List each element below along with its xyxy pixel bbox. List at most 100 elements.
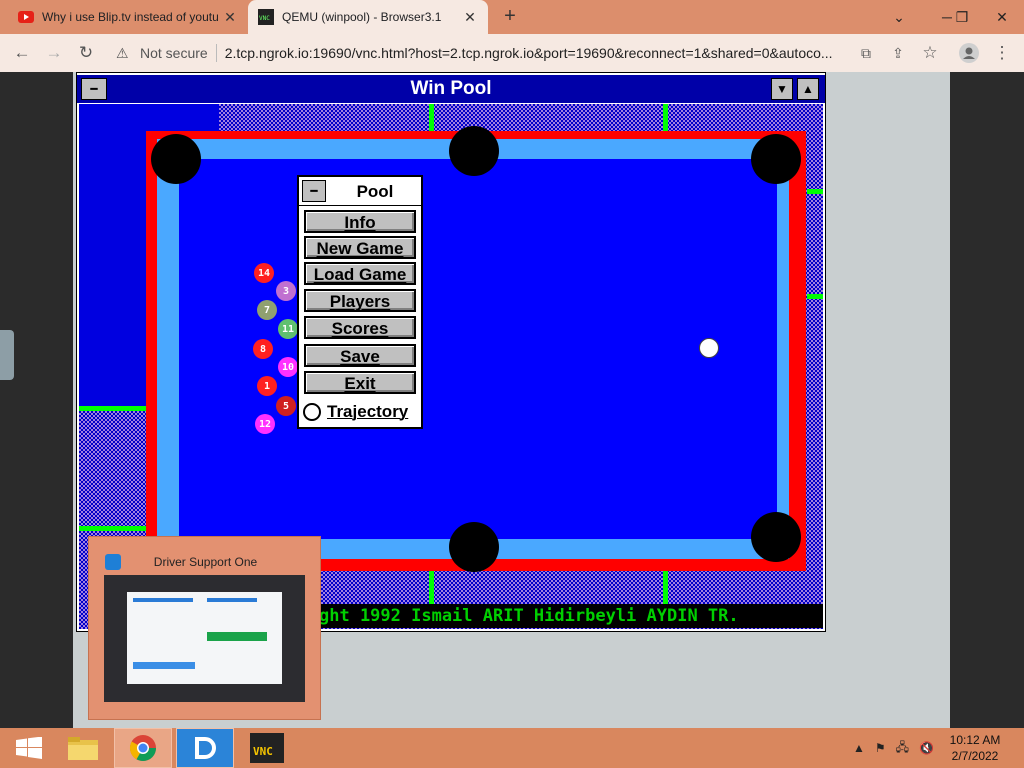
taskbar: VNC ▲ ⚑ 🖧 🔇 10:12 AM 2/7/2022 — [0, 728, 1024, 768]
clock-time: 10:12 AM — [949, 733, 1001, 747]
pool-ball: 8 — [253, 339, 273, 359]
minimize-arrow-icon[interactable]: ▼ — [771, 78, 793, 100]
pocket — [151, 134, 201, 184]
profile-avatar-icon[interactable] — [957, 41, 981, 65]
back-icon[interactable]: ← — [10, 41, 34, 65]
security-label: Not secure — [140, 45, 208, 61]
ball-number: 12 — [258, 418, 272, 430]
ball-number: 8 — [259, 343, 267, 355]
window-title: Win Pool — [77, 75, 825, 103]
file-explorer-icon[interactable] — [54, 728, 112, 768]
restore-icon[interactable]: ❐ — [940, 0, 984, 34]
ball-number: 7 — [263, 304, 271, 316]
share-icon[interactable]: ⇪ — [886, 41, 910, 65]
window-thumbnail[interactable] — [104, 575, 305, 702]
preview-title: Driver Support One — [153, 555, 258, 569]
green-line — [429, 570, 434, 604]
page-content: Win Pool ━ ▼ ▲ 14 3 7 11 8 10 1 5 12 ght… — [0, 72, 1024, 728]
thumbnail-line — [207, 598, 257, 602]
pool-ball: 3 — [276, 281, 296, 301]
warning-icon[interactable]: ⚠ — [116, 45, 134, 62]
network-icon[interactable]: 🖧 — [896, 738, 909, 759]
browser-toolbar: ← → ↻ ⚠ Not secure 2.tcp.ngrok.io:19690/… — [0, 34, 1024, 73]
green-line — [807, 189, 823, 194]
new-game-button[interactable]: New Game — [304, 236, 416, 259]
ball-number: 10 — [281, 361, 295, 373]
info-button[interactable]: Info — [304, 210, 416, 233]
svg-text:VNC: VNC — [253, 745, 273, 758]
tab-qemu[interactable]: VNC QEMU (winpool) - Browser3.1 ✕ — [248, 0, 488, 34]
green-line — [429, 104, 434, 132]
green-line — [663, 104, 668, 132]
pocket — [449, 522, 499, 572]
taskbar-preview-popup[interactable]: Driver Support One — [88, 536, 321, 720]
youtube-icon — [18, 9, 34, 25]
pocket — [751, 134, 801, 184]
svg-text:VNC: VNC — [259, 15, 270, 22]
pool-ball: 5 — [276, 396, 296, 416]
url-text[interactable]: 2.tcp.ngrok.io:19690/vnc.html?host=2.tcp… — [225, 45, 845, 61]
ball-number: 5 — [282, 400, 290, 412]
exit-button[interactable]: Exit — [304, 371, 416, 394]
pool-ball: 10 — [278, 357, 298, 377]
vnc-icon[interactable]: VNC — [238, 728, 296, 768]
tab-title: QEMU (winpool) - Browser3.1 — [282, 10, 442, 24]
close-tab-icon[interactable]: ✕ — [222, 9, 238, 26]
start-icon — [16, 737, 42, 759]
system-menu-icon[interactable]: ━ — [81, 78, 107, 100]
trajectory-radio[interactable] — [303, 403, 321, 421]
novnc-sidebar-handle[interactable] — [0, 330, 14, 380]
bookmark-star-icon[interactable]: ☆ — [918, 41, 942, 65]
thumbnail-line — [133, 598, 193, 602]
browser-tab-strip: Why i use Blip.tv instead of youtu ✕ VNC… — [0, 0, 1024, 34]
scores-button[interactable]: Scores — [304, 316, 416, 339]
thumbnail-content — [127, 592, 282, 684]
pool-ball: 1 — [257, 376, 277, 396]
menu-kebab-icon[interactable]: ⋮ — [990, 41, 1014, 65]
close-tab-icon[interactable]: ✕ — [462, 9, 478, 26]
system-tray: ▲ ⚑ 🖧 🔇 — [853, 728, 934, 768]
trajectory-option[interactable]: Trajectory — [303, 400, 419, 424]
pocket — [751, 512, 801, 562]
open-in-new-icon[interactable]: ⧉ — [854, 41, 878, 65]
pool-ball: 11 — [278, 319, 298, 339]
close-window-icon[interactable]: ✕ — [980, 0, 1024, 34]
players-button[interactable]: Players — [304, 289, 416, 312]
green-line — [79, 526, 149, 531]
tab-search-icon[interactable]: ⌄ — [877, 0, 921, 34]
pocket — [449, 126, 499, 176]
clock[interactable]: 10:12 AM 2/7/2022 — [940, 732, 1010, 764]
pool-ball: 7 — [257, 300, 277, 320]
address-bar[interactable]: ⚠ Not secure 2.tcp.ngrok.io:19690/vnc.ht… — [108, 38, 948, 68]
reload-icon[interactable]: ↻ — [74, 41, 98, 65]
green-line — [79, 406, 149, 411]
tab-youtube[interactable]: Why i use Blip.tv instead of youtu ✕ — [8, 0, 248, 34]
maximize-arrow-icon[interactable]: ▲ — [797, 78, 819, 100]
ball-number: 14 — [257, 267, 271, 279]
thumbnail-button — [207, 632, 267, 641]
tab-title: Why i use Blip.tv instead of youtu — [42, 10, 219, 24]
action-center-flag-icon[interactable]: ⚑ — [875, 741, 886, 755]
cue-ball[interactable] — [699, 338, 719, 358]
system-menu-icon[interactable]: ━ — [302, 180, 326, 202]
show-hidden-icons-icon[interactable]: ▲ — [853, 741, 865, 755]
trajectory-label: Trajectory — [327, 402, 409, 421]
driver-support-icon[interactable] — [176, 728, 234, 768]
green-line — [663, 570, 668, 604]
clock-date: 2/7/2022 — [951, 749, 999, 763]
start-button[interactable] — [0, 728, 58, 768]
forward-icon[interactable]: → — [42, 41, 66, 65]
load-game-button[interactable]: Load Game — [304, 262, 416, 285]
pool-ball: 14 — [254, 263, 274, 283]
thumbnail-button — [133, 662, 195, 669]
vnc-icon: VNC — [258, 9, 274, 25]
volume-muted-icon[interactable]: 🔇 — [919, 741, 934, 755]
copyright-ticker: ght 1992 Ismail ARIT Hidirbeyli AYDIN TR… — [319, 604, 823, 628]
pool-menu-dialog: ━ Pool Info New Game Load Game Players S… — [297, 175, 423, 429]
pool-ball: 12 — [255, 414, 275, 434]
chrome-icon[interactable] — [114, 728, 172, 768]
new-tab-button[interactable]: + — [498, 5, 522, 29]
ball-number: 11 — [281, 323, 295, 335]
green-line — [807, 294, 823, 299]
save-button[interactable]: Save — [304, 344, 416, 367]
